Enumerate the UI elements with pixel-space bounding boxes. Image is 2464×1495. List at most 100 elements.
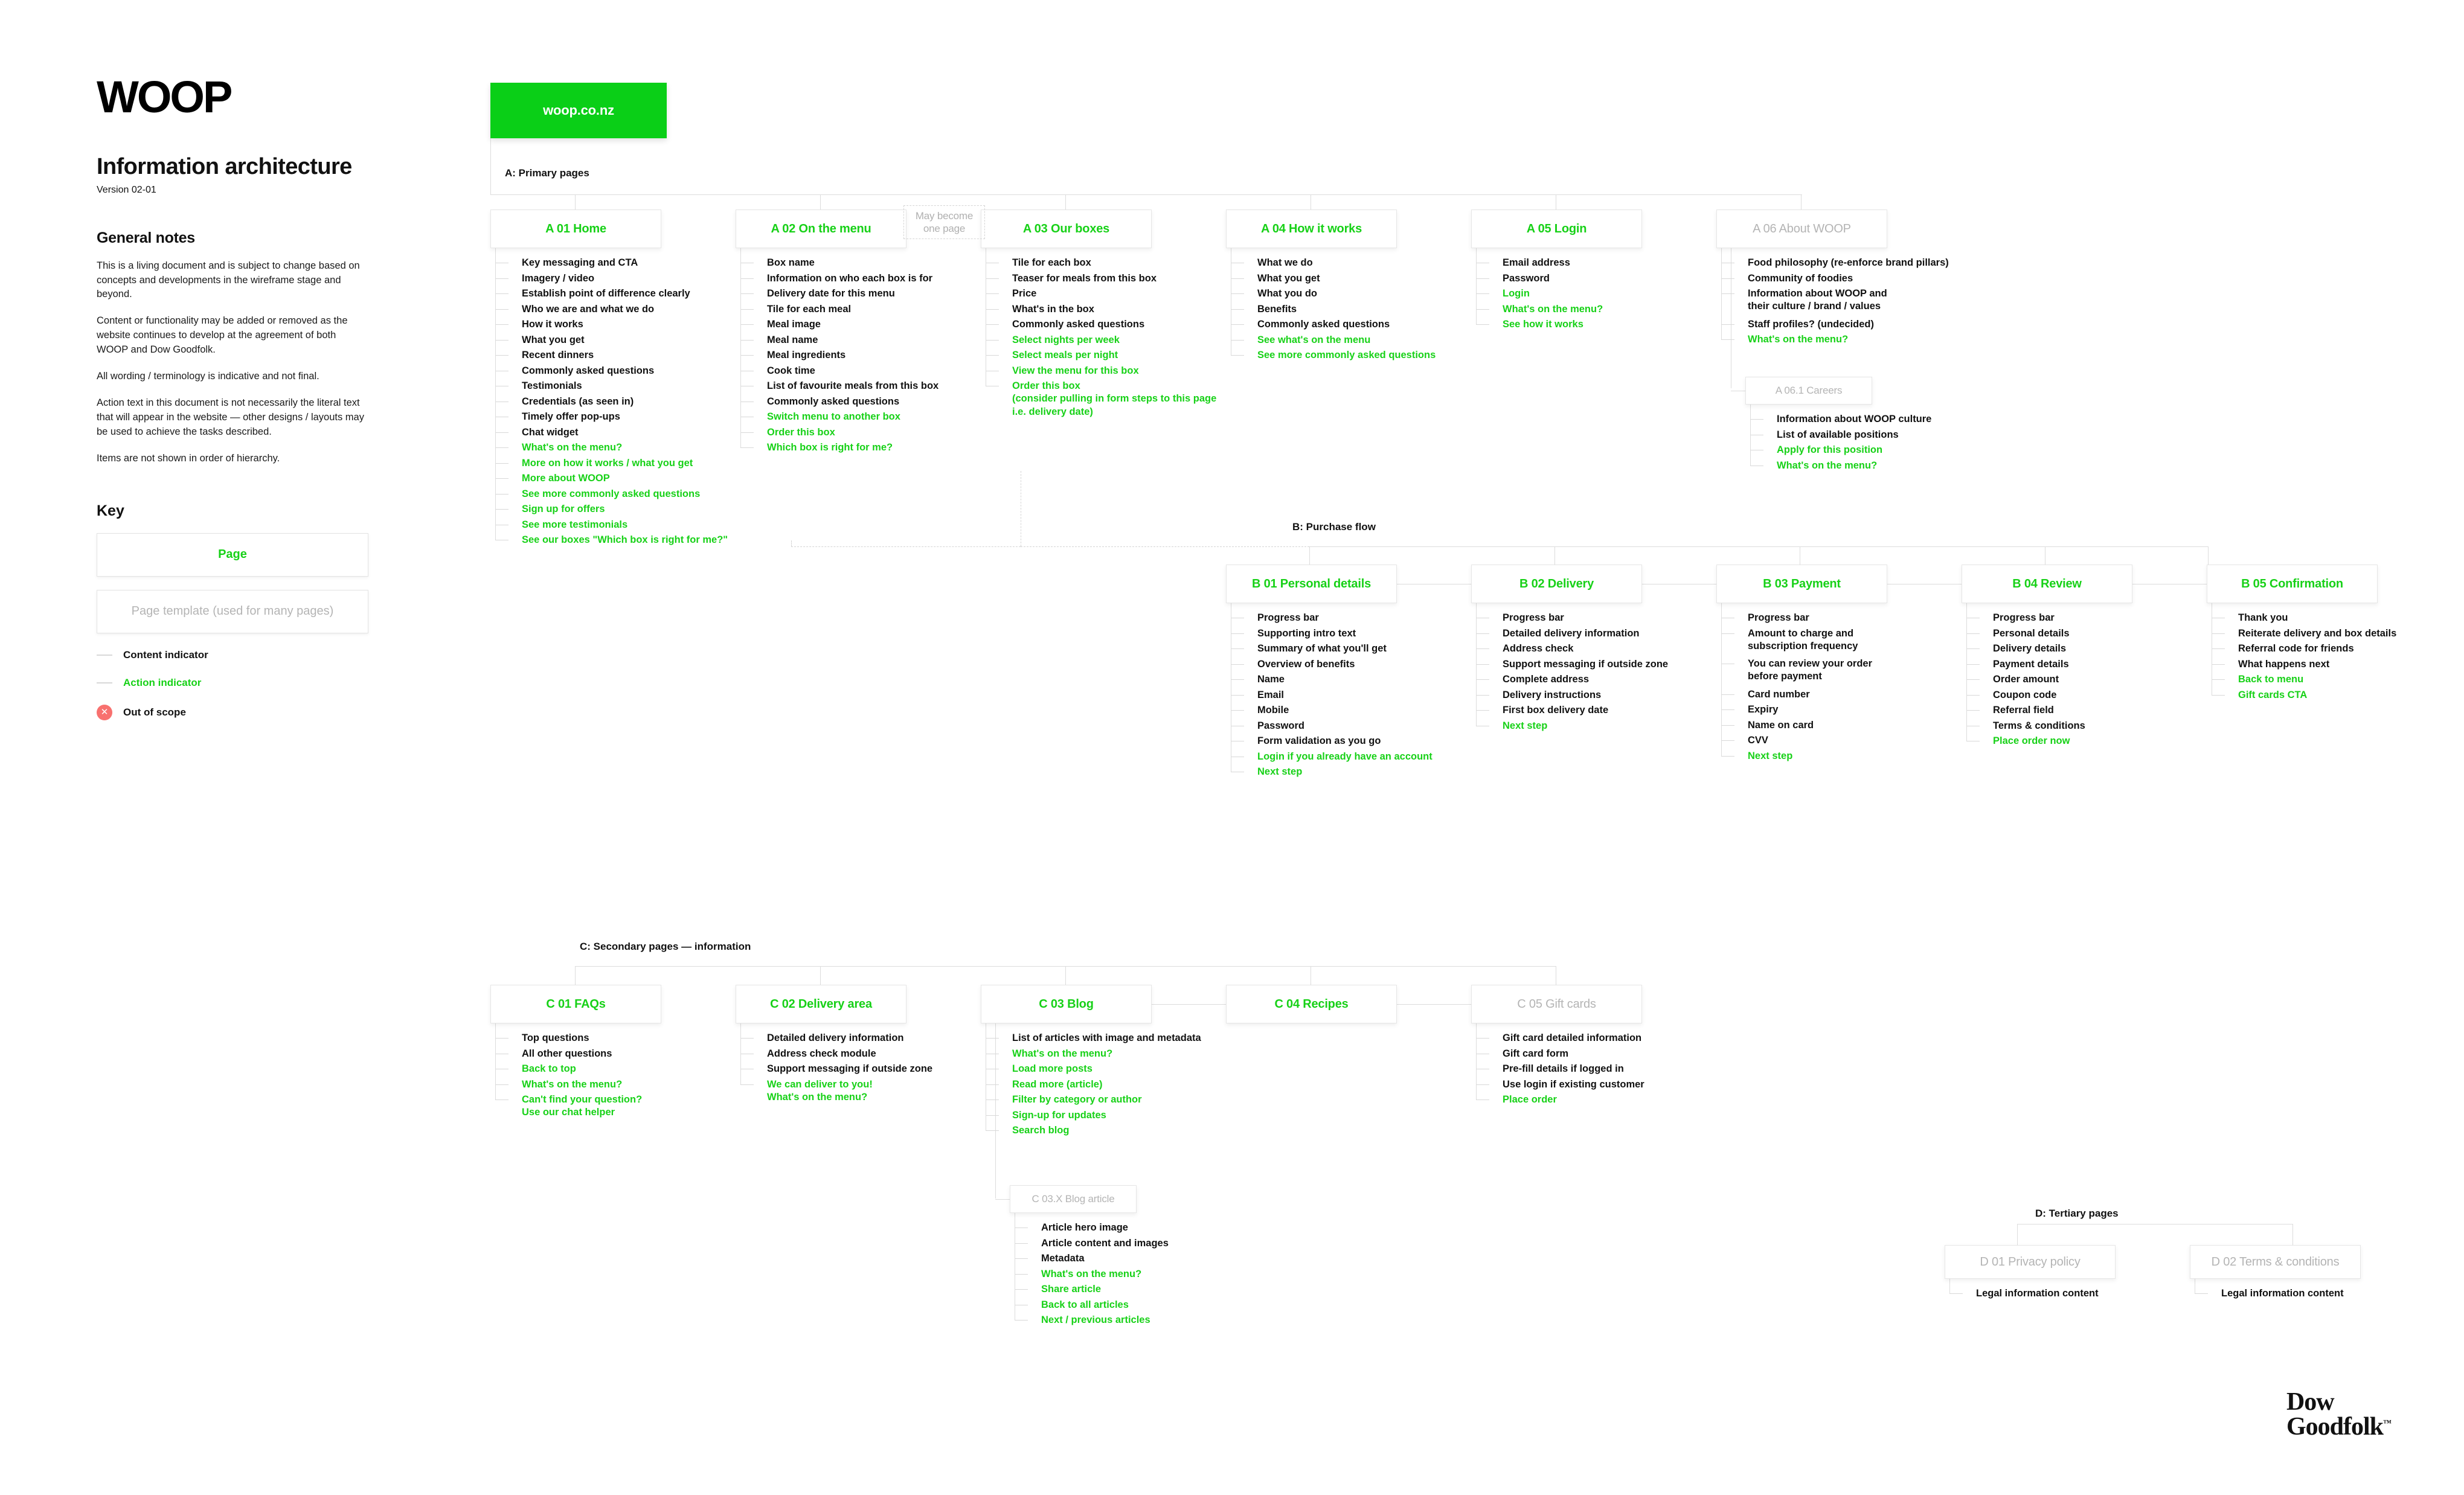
content-item: Progress bar	[1716, 612, 1958, 624]
dash-icon	[986, 1084, 999, 1085]
note-paragraph: This is a living document and is subject…	[97, 260, 360, 300]
item-label: Referral field	[1993, 705, 2054, 715]
node-a04-how-it-works[interactable]: A 04 How it works	[1226, 210, 1397, 248]
content-item: Progress bar	[1962, 612, 2203, 624]
dash-icon	[1231, 339, 1244, 341]
items-a04: What we do What you get What you do Benefit…	[1226, 248, 1468, 371]
node-d02-terms-conditions[interactable]: D 02 Terms & conditions	[2190, 1245, 2361, 1279]
content-item: Delivery date for this menu	[736, 287, 977, 300]
dash-icon	[740, 355, 754, 356]
content-item: Box name	[736, 257, 977, 269]
content-item: Terms & conditions	[1962, 720, 2203, 732]
connector	[1721, 248, 1722, 339]
dash-icon	[97, 682, 112, 683]
item-label: Meal image	[767, 319, 821, 330]
item-label: What's on the menu?	[522, 442, 623, 453]
action-item: Share article	[1010, 1283, 1251, 1296]
action-item: Place order now	[1962, 735, 2203, 748]
node-b04-review[interactable]: B 04 Review	[1962, 565, 2132, 603]
content-item: Who we are and what we do	[490, 303, 732, 316]
item-label: Article content and images	[1041, 1237, 1169, 1249]
note-paragraph: All wording / terminology is indicative …	[97, 371, 319, 382]
connector	[1065, 194, 1066, 210]
node-b02-delivery[interactable]: B 02 Delivery	[1471, 565, 1642, 603]
node-label: C 05 Gift cards	[1517, 997, 1596, 1011]
action-item: Place order	[1471, 1093, 1713, 1106]
node-c03-blog[interactable]: C 03 Blog	[981, 985, 1152, 1023]
node-c02-delivery-area[interactable]: C 02 Delivery area	[736, 985, 906, 1023]
node-d01-privacy-policy[interactable]: D 01 Privacy policy	[1945, 1245, 2116, 1279]
node-c03x-blog-article[interactable]: C 03.X Blog article	[1010, 1185, 1137, 1213]
node-a061-careers[interactable]: A 06.1 Careers	[1745, 377, 1872, 405]
dash-icon	[986, 1038, 999, 1039]
content-item: Delivery instructions	[1471, 689, 1713, 702]
item-label: Commonly asked questions	[1257, 319, 1390, 330]
node-a03-our-boxes[interactable]: A 03 Our boxes	[981, 210, 1152, 248]
items-a03: Tile for each box Teaser for meals from t…	[981, 248, 1222, 428]
content-item: All other questions	[490, 1048, 732, 1060]
content-item: Legal information content	[2190, 1287, 2431, 1300]
node-c01-faqs[interactable]: C 01 FAQs	[490, 985, 661, 1023]
action-item: See what's on the menu	[1226, 334, 1468, 347]
dash-icon	[1721, 709, 1734, 710]
action-item: Read more (article)	[981, 1078, 1222, 1091]
node-a01-home[interactable]: A 01 Home	[490, 210, 661, 248]
item-label: Progress bar	[1503, 612, 1564, 623]
content-item: Recent dinners	[490, 349, 732, 362]
item-label: How it works	[522, 319, 583, 330]
node-c04-recipes[interactable]: C 04 Recipes	[1226, 985, 1397, 1023]
item-label: Which box is right for me?	[767, 442, 893, 453]
item-label: Password	[1257, 720, 1304, 731]
item-label: Payment details	[1993, 658, 2069, 670]
content-item: Personal details	[1962, 627, 2203, 640]
item-label: Benefits	[1257, 303, 1297, 315]
content-item: Support messaging if outside zone	[736, 1063, 977, 1075]
item-label: Apply for this position	[1777, 444, 1883, 455]
dash-icon	[1476, 1084, 1489, 1085]
item-label: You can review your order before payment	[1748, 658, 1873, 682]
items-d02: Legal information content	[2190, 1279, 2431, 1309]
item-label: Amount to charge and subscription freque…	[1748, 627, 1858, 651]
content-item: Establish point of difference clearly	[490, 287, 732, 300]
dash-icon	[1721, 755, 1734, 757]
content-item: Tile for each meal	[736, 303, 977, 316]
item-label: Can't find your question? Use our chat h…	[522, 1094, 643, 1118]
dash-icon	[1721, 278, 1734, 279]
item-label: Select nights per week	[1012, 334, 1120, 345]
node-a06-about-woop[interactable]: A 06 About WOOP	[1716, 210, 1887, 248]
dash-icon	[1476, 324, 1489, 325]
item-label: See more testimonials	[522, 519, 628, 530]
item-label: Select meals per night	[1012, 350, 1118, 360]
items-b01: Progress bar Supporting intro text Summary…	[1226, 603, 1468, 787]
dash-icon	[1721, 740, 1734, 741]
node-b03-payment[interactable]: B 03 Payment	[1716, 565, 1887, 603]
item-label: Gift card form	[1503, 1048, 1569, 1059]
content-item: Commonly asked questions	[981, 318, 1222, 331]
node-b01-personal-details[interactable]: B 01 Personal details	[1226, 565, 1397, 603]
items-d01: Legal information content	[1945, 1279, 2186, 1309]
node-a05-login[interactable]: A 05 Login	[1471, 210, 1642, 248]
dash-icon	[740, 293, 754, 294]
node-a02-on-the-menu[interactable]: A 02 On the menu	[736, 210, 906, 248]
item-label: Progress bar	[1993, 612, 2055, 623]
dash-icon	[495, 1084, 509, 1085]
item-label: Community of foodies	[1748, 272, 1853, 284]
action-item: Back to menu	[2207, 673, 2448, 686]
node-label: B 05 Confirmation	[2241, 577, 2343, 591]
key-content-indicator: Content indicator	[97, 649, 380, 661]
root-node-woop[interactable]: woop.co.nz	[490, 83, 667, 138]
footer-logo-line1: Dow	[2286, 1388, 2335, 1416]
dash-icon	[1231, 278, 1244, 279]
node-c05-gift-cards[interactable]: C 05 Gift cards	[1471, 985, 1642, 1023]
item-label: Cook time	[767, 365, 815, 376]
dash-icon	[1231, 679, 1244, 680]
dash-icon	[1476, 633, 1489, 634]
item-label: Switch menu to another box	[767, 411, 900, 422]
action-item: What's on the menu?	[1716, 333, 1958, 346]
item-label: What we do	[1257, 257, 1313, 268]
dash-icon	[2212, 633, 2225, 634]
content-item: Pre-fill details if logged in	[1471, 1063, 1713, 1075]
node-b05-confirmation[interactable]: B 05 Confirmation	[2207, 565, 2378, 603]
action-item: Search blog	[981, 1124, 1222, 1137]
item-label: Teaser for meals from this box	[1012, 272, 1157, 284]
